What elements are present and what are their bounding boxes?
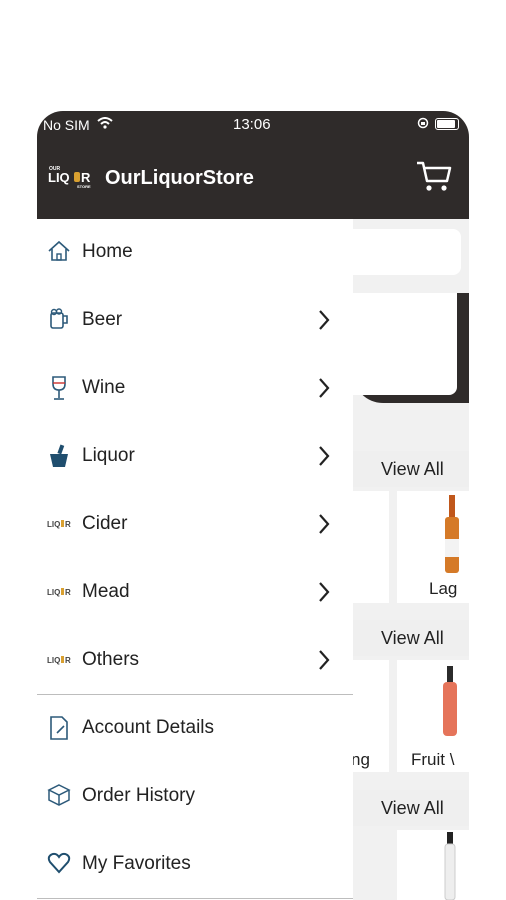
status-bar: No SIM 13:06: [37, 111, 469, 141]
cart-icon[interactable]: [415, 157, 453, 195]
store-logo-icon: LIQ R: [47, 511, 71, 537]
chevron-right-icon: [317, 445, 331, 467]
banner-card: [353, 293, 457, 395]
battery-icon: [435, 118, 459, 130]
svg-text:LIQ: LIQ: [47, 656, 60, 665]
phone-screen: No SIM 13:06 OUR LIQ R STORE OurLiquorSt…: [37, 111, 469, 900]
orientation-lock-icon: [417, 116, 429, 132]
product-card[interactable]: [397, 830, 469, 900]
chevron-right-icon: [317, 309, 331, 331]
svg-text:R: R: [65, 520, 71, 529]
menu-item-cider[interactable]: LIQ R Cider: [37, 491, 353, 559]
app-title: OurLiquorStore: [105, 167, 254, 189]
menu-item-label: Wine: [82, 377, 126, 398]
navigation-drawer: Home Beer Wine Liquor LIQ R Cider LIQ R …: [37, 219, 353, 900]
beer-icon: [47, 307, 71, 333]
svg-text:LIQ: LIQ: [47, 520, 60, 529]
menu-item-beer[interactable]: Beer: [37, 287, 353, 355]
product-card[interactable]: Fruit \: [397, 660, 469, 772]
view-all-button[interactable]: View All: [353, 620, 469, 656]
search-bar-background: [353, 229, 461, 275]
menu-item-label: Cider: [82, 513, 128, 534]
store-logo-icon: LIQ R: [47, 647, 71, 673]
home-icon: [47, 239, 71, 265]
svg-text:R: R: [65, 588, 71, 597]
menu-divider: [37, 898, 353, 899]
chevron-right-icon: [317, 513, 331, 535]
menu-item-my-favorites[interactable]: My Favorites: [37, 831, 353, 899]
svg-text:LIQ: LIQ: [48, 170, 70, 185]
chevron-right-icon: [317, 377, 331, 399]
menu-item-label: Home: [82, 241, 133, 262]
menu-item-wine[interactable]: Wine: [37, 355, 353, 423]
wifi-icon: [97, 116, 113, 132]
product-card[interactable]: Lag: [397, 491, 469, 603]
view-all-button[interactable]: View All: [353, 451, 469, 487]
menu-item-label: My Favorites: [82, 853, 191, 874]
menu-item-label: Others: [82, 649, 140, 670]
menu-item-label: Order History: [82, 785, 195, 806]
svg-text:R: R: [65, 656, 71, 665]
svg-text:STORE: STORE: [77, 184, 91, 189]
app-header: No SIM 13:06 OUR LIQ R STORE OurLiquorSt…: [37, 111, 469, 219]
menu-item-label: Mead: [82, 581, 130, 602]
product-card[interactable]: [353, 491, 389, 603]
menu-item-home[interactable]: Home: [37, 219, 353, 287]
chevron-right-icon: [317, 581, 331, 603]
svg-text:LIQ: LIQ: [47, 588, 60, 597]
heart-icon: [47, 851, 71, 877]
menu-item-label: Beer: [82, 309, 123, 330]
menu-item-label: Liquor: [82, 445, 135, 466]
view-all-button[interactable]: View All: [353, 790, 469, 826]
menu-item-label: Account Details: [82, 717, 215, 738]
document-icon: [47, 715, 71, 741]
store-logo: OUR LIQ R STORE: [47, 163, 95, 189]
liquor-bucket-icon: [47, 443, 71, 469]
menu-item-others[interactable]: LIQ R Others: [37, 627, 353, 695]
clock: 13:06: [233, 116, 271, 133]
menu-item-account-details[interactable]: Account Details: [37, 695, 353, 763]
store-logo-icon: LIQ R: [47, 579, 71, 605]
menu-item-order-history[interactable]: Order History: [37, 763, 353, 831]
svg-text:R: R: [81, 170, 91, 185]
box-icon: [47, 783, 71, 809]
product-card[interactable]: ng: [351, 660, 389, 772]
carrier-label: No SIM: [43, 117, 90, 133]
chevron-right-icon: [317, 649, 331, 671]
wine-glass-icon: [47, 375, 71, 401]
menu-item-mead[interactable]: LIQ R Mead: [37, 559, 353, 627]
menu-item-liquor[interactable]: Liquor: [37, 423, 353, 491]
